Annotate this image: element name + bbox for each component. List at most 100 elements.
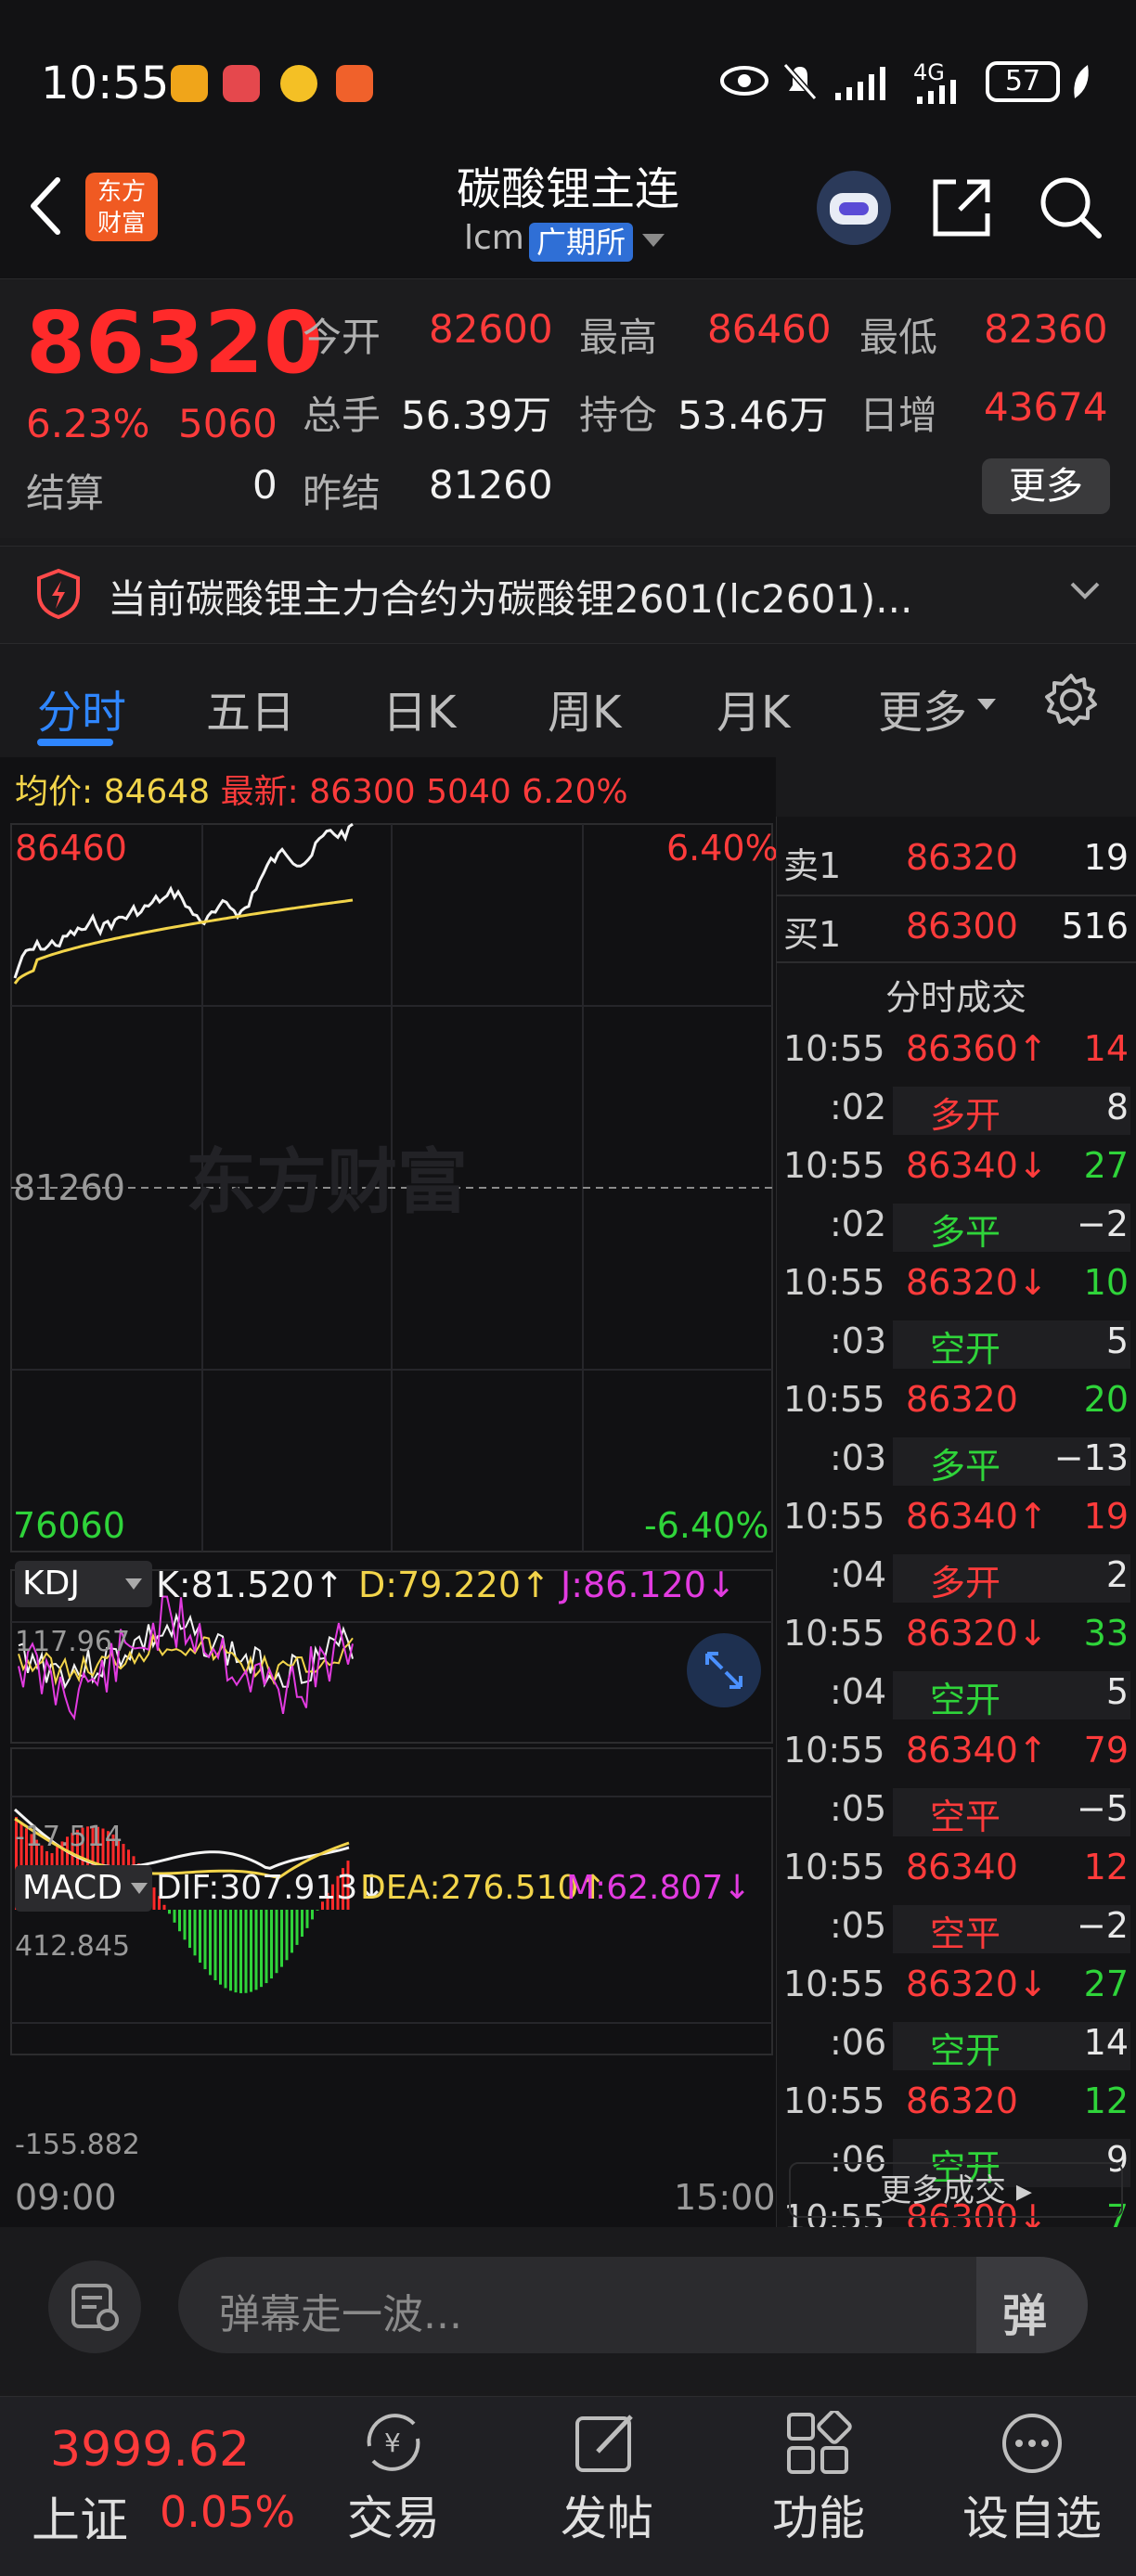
volume-label: 总手 [303,393,381,438]
trade-detail-row: :05 空平 −5 [776,1788,1136,1840]
trade-time: 10:55 [783,1613,885,1654]
caret-down-icon [131,1883,148,1894]
bid-price: 86300 [906,906,1018,947]
macd-selector[interactable]: MACD [15,1865,152,1912]
weibo-icon [280,65,317,102]
tab-intraday[interactable]: 分时 [37,676,126,741]
average-line [13,898,354,985]
danmu-placeholder: 弹幕走一波... [219,2291,462,2338]
tab-monthly-k[interactable]: 月K [716,676,790,741]
chevron-down-icon[interactable] [1069,581,1101,601]
index-value: 3999.62 [50,2422,251,2478]
macd-bar [224,1910,227,1989]
y-axis-top: 86460 [15,828,127,869]
caret-down-icon [125,1578,142,1590]
macd-bar [199,1910,201,1964]
caret-down-icon [977,699,996,710]
macd-bar [234,1910,238,1993]
bid-label: 买1 [783,914,842,955]
trade-price: 86320↓ [906,1964,1048,2004]
index-percent: 0.05% [160,2487,296,2537]
macd-bar [239,1910,242,1993]
macd-bar [285,1910,289,1961]
row-highlight [893,1087,1130,1135]
macd-bar [311,1910,314,1920]
trade-volume: 33 [1083,1613,1129,1654]
kdj-min: -17.514 [15,1821,123,1853]
danmu-send-button[interactable]: 弹 [976,2257,1088,2353]
price-info-line: 均价: 84648 最新: 86300 5040 6.20% [15,765,628,813]
nav-functions-label: 功能 [772,2492,865,2545]
macd-m-value: M:62.807↓ [566,1869,752,1907]
trade-volume: 27 [1083,1964,1129,2004]
tab-weekly-k[interactable]: 周K [548,676,621,741]
trade-price: 86320 [906,1379,1018,1420]
tab-more[interactable]: 更多 [878,676,967,741]
danmu-send-label: 弹 [1002,2290,1048,2342]
more-trades-button[interactable]: 更多成交 ▸ [789,2162,1123,2218]
macd-bar [244,1910,248,1993]
trade-time: 10:55 [783,1379,885,1420]
kdj-max: 117.967 [15,1626,131,1658]
trade-qty: 14 [1083,2022,1129,2063]
macd-bar [168,1910,171,1914]
more-dots-icon [1002,2414,1062,2473]
kdj-d-value: D:79.220↑ [358,1565,550,1605]
tab-daily-k[interactable]: 日K [382,676,456,741]
trade-row: 10:55 86320↓ 33 [776,1613,1136,1665]
trade-qty: −5 [1076,1788,1129,1829]
macd-bar [213,1910,217,1980]
nav-trade[interactable]: ¥ 交易 [317,2405,470,2563]
gear-icon[interactable] [1043,672,1099,728]
macd-bar [183,1910,187,1940]
trade-second: :02 [830,1087,887,1127]
row-highlight [893,1320,1130,1369]
macd-name: MACD [22,1869,123,1907]
macd-bar [280,1910,283,1967]
expand-button[interactable] [687,1633,761,1707]
trade-qty: −13 [1053,1437,1129,1478]
chevron-down-icon[interactable] [640,232,666,249]
kdj-j-value: J:86.120↓ [561,1565,736,1605]
trade-second: :03 [830,1320,887,1361]
macd-bar [209,1910,212,1976]
nav-post[interactable]: 发帖 [531,2405,683,2563]
trade-row: 10:55 86320↓ 10 [776,1262,1136,1314]
trade-qty: −2 [1076,1905,1129,1946]
trade-detail-row: :06 空开 14 [776,2022,1136,2074]
trade-qty: 5 [1105,1320,1129,1361]
kdj-selector[interactable]: KDJ [15,1561,152,1607]
exchange-badge: 广期所 [529,223,634,262]
eye-icon [720,66,768,96]
trade-time: 10:55 [783,1847,885,1887]
more-quote-button[interactable]: 更多 [982,458,1110,514]
trade-volume: 79 [1083,1730,1129,1771]
trade-qty: 2 [1105,1554,1129,1595]
danmu-toggle-button[interactable] [48,2260,141,2353]
trade-second: :04 [830,1554,887,1595]
bid-volume: 516 [1061,906,1129,947]
trade-row: 10:55 86340↓ 27 [776,1145,1136,1197]
daily-increase-label: 日增 [859,393,938,438]
robot-assistant-icon[interactable] [817,171,891,245]
svg-text:¥: ¥ [384,2428,401,2458]
trade-time: 10:55 [783,1730,885,1771]
macd-bar [229,1910,232,1991]
prev-settle-label: 昨结 [303,470,381,516]
signal-4g-icon [917,80,956,104]
trades-title: 分时成交 [884,977,1026,1018]
yuan-cycle-icon: ¥ [367,2414,420,2471]
nav-post-label: 发帖 [561,2492,653,2545]
trade-volume: 27 [1083,1145,1129,1186]
macd-bar [305,1910,309,1928]
trade-time: 10:55 [783,1145,885,1186]
shield-alert-icon [37,568,80,620]
search-icon[interactable] [1038,174,1104,241]
nav-functions[interactable]: 功能 [742,2405,895,2563]
macd-bar [265,1910,268,1984]
signal-icon [835,67,885,100]
change-percent: 6.23% [26,401,150,446]
nav-add-watchlist[interactable]: 设自选 [952,2405,1112,2563]
share-icon[interactable] [928,174,995,241]
tab-five-day[interactable]: 五日 [206,676,295,741]
